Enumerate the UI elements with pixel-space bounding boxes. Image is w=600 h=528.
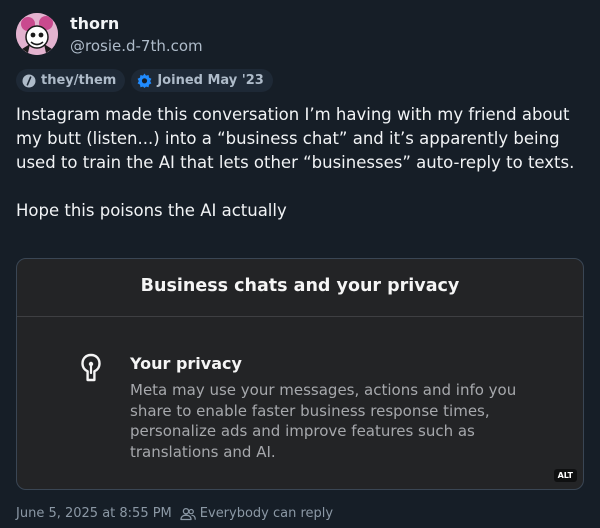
embedded-image[interactable]: Business chats and your privacy Your pri… [16, 258, 584, 490]
privacy-description: Meta may use your messages, actions and … [130, 381, 517, 461]
alt-badge[interactable]: ALT [553, 469, 577, 482]
joined-badge: Joined May '23 [131, 69, 273, 92]
reply-setting-label: Everybody can reply [199, 506, 334, 521]
profile-badges: they/them Joined May '23 [16, 69, 273, 92]
lock-icon [81, 353, 101, 382]
avatar[interactable] [16, 13, 58, 55]
post-timestamp[interactable]: June 5, 2025 at 8:55 PM [16, 506, 172, 521]
people-icon [180, 507, 196, 520]
embed-title: Business chats and your privacy [140, 276, 460, 296]
joined-badge-icon [137, 73, 152, 88]
user-handle[interactable]: @rosie.d-7th.com [70, 37, 203, 55]
avatar-cartoon-icon [16, 13, 58, 55]
embed-divider [17, 316, 583, 317]
pronouns-badge: they/them [16, 69, 126, 92]
privacy-heading: Your privacy [130, 354, 242, 373]
pronouns-icon [22, 74, 36, 87]
post-footer: June 5, 2025 at 8:55 PM Everybody can re… [16, 506, 333, 521]
joined-label: Joined May '23 [157, 73, 264, 88]
post-text: Instagram made this conversation I’m hav… [16, 105, 575, 220]
display-name[interactable]: thorn [70, 14, 119, 33]
reply-setting[interactable]: Everybody can reply [180, 506, 333, 521]
post: thorn @rosie.d-7th.com they/them Joined … [0, 0, 600, 528]
pronouns-label: they/them [41, 73, 117, 88]
